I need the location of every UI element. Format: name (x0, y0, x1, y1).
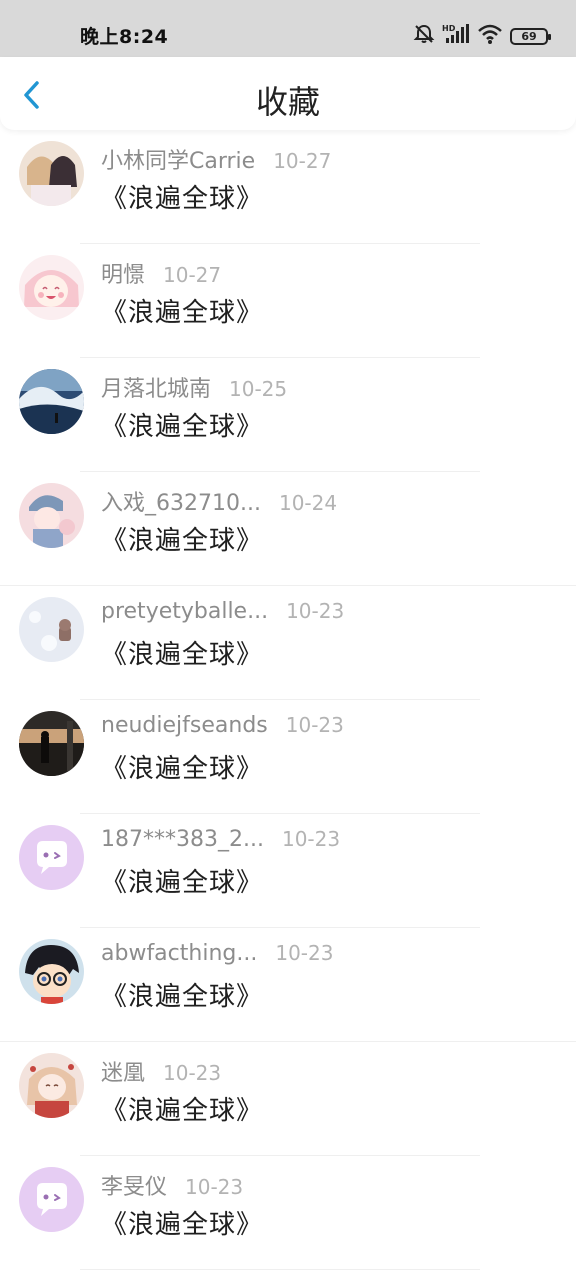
date: 10-23 (185, 1175, 244, 1199)
mute-icon (413, 23, 435, 49)
user-name: neudiejfseands (101, 713, 268, 738)
date: 10-23 (281, 827, 341, 851)
divider (80, 1269, 480, 1270)
date: 10-23 (275, 941, 334, 965)
book-title: 《浪遍全球》 (101, 640, 264, 670)
list-item[interactable]: pretyetyballe... 10-23 《浪遍全球》 (0, 586, 576, 700)
date: 10-23 (163, 1061, 222, 1085)
avatar[interactable] (19, 255, 84, 320)
date: 10-27 (163, 263, 222, 287)
list-item[interactable]: neudiejfseands 10-23 《浪遍全球》 (0, 700, 576, 814)
list-item[interactable]: 明憬 10-27 《浪遍全球》 (0, 244, 576, 358)
avatar[interactable] (19, 1167, 84, 1232)
book-title: 《浪遍全球》 (101, 1210, 264, 1240)
favorites-list: 小林同学Carrie 10-27 《浪遍全球》 明憬 10-27 《浪遍全球》 (0, 130, 576, 1270)
hd-signal-icon: HD (442, 23, 470, 49)
avatar[interactable] (19, 483, 84, 548)
avatar[interactable] (19, 711, 84, 776)
status-time: 晚上8:24 (80, 26, 169, 48)
list-item[interactable]: abwfacthing... 10-23 《浪遍全球》 (0, 928, 576, 1042)
status-icons: HD 69 (413, 22, 551, 50)
date: 10-24 (278, 491, 338, 515)
book-title: 《浪遍全球》 (101, 1096, 264, 1126)
list-item[interactable]: 入戏_632710... 10-24 《浪遍全球》 (0, 472, 576, 586)
book-title: 《浪遍全球》 (101, 868, 264, 898)
book-title: 《浪遍全球》 (101, 412, 264, 442)
list-item[interactable]: 月落北城南 10-25 《浪遍全球》 (0, 358, 576, 472)
wifi-icon (477, 23, 503, 49)
avatar[interactable] (19, 597, 84, 662)
date: 10-27 (273, 149, 332, 173)
avatar[interactable] (19, 825, 84, 890)
list-item[interactable]: 李旻仪 10-23 《浪遍全球》 (0, 1156, 576, 1270)
user-name: abwfacthing... (101, 941, 258, 966)
header: 收藏 (0, 57, 576, 130)
default-chat-avatar-icon (19, 1167, 84, 1232)
book-title: 《浪遍全球》 (101, 754, 264, 784)
avatar[interactable] (19, 1053, 84, 1118)
battery-icon: 69 (510, 27, 551, 45)
list-item[interactable]: 迷凰 10-23 《浪遍全球》 (0, 1042, 576, 1156)
book-title: 《浪遍全球》 (101, 526, 264, 556)
avatar[interactable] (19, 939, 84, 1004)
user-name: 月落北城南 (101, 377, 212, 402)
user-name: 迷凰 (101, 1061, 146, 1086)
status-bar: 晚上8:24 HD 69 (0, 0, 576, 57)
user-name: 李旻仪 (101, 1175, 168, 1200)
book-title: 《浪遍全球》 (101, 982, 264, 1012)
user-name: 入戏_632710... (101, 491, 261, 516)
list-item[interactable]: 小林同学Carrie 10-27 《浪遍全球》 (0, 130, 576, 244)
user-name: 小林同学Carrie (101, 149, 256, 174)
user-name: 187***383_2... (101, 827, 264, 852)
date: 10-23 (285, 713, 344, 737)
book-title: 《浪遍全球》 (101, 184, 264, 214)
book-title: 《浪遍全球》 (101, 298, 264, 328)
page-title: 收藏 (255, 83, 320, 121)
avatar[interactable] (19, 141, 84, 206)
list-item[interactable]: 187***383_2... 10-23 《浪遍全球》 (0, 814, 576, 928)
date: 10-25 (229, 377, 288, 401)
user-name: 明憬 (101, 263, 146, 288)
svg-text:HD: HD (442, 24, 456, 33)
default-chat-avatar-icon (19, 825, 84, 890)
avatar[interactable] (19, 369, 84, 434)
user-name: pretyetyballe... (101, 599, 269, 624)
date: 10-23 (286, 599, 345, 623)
